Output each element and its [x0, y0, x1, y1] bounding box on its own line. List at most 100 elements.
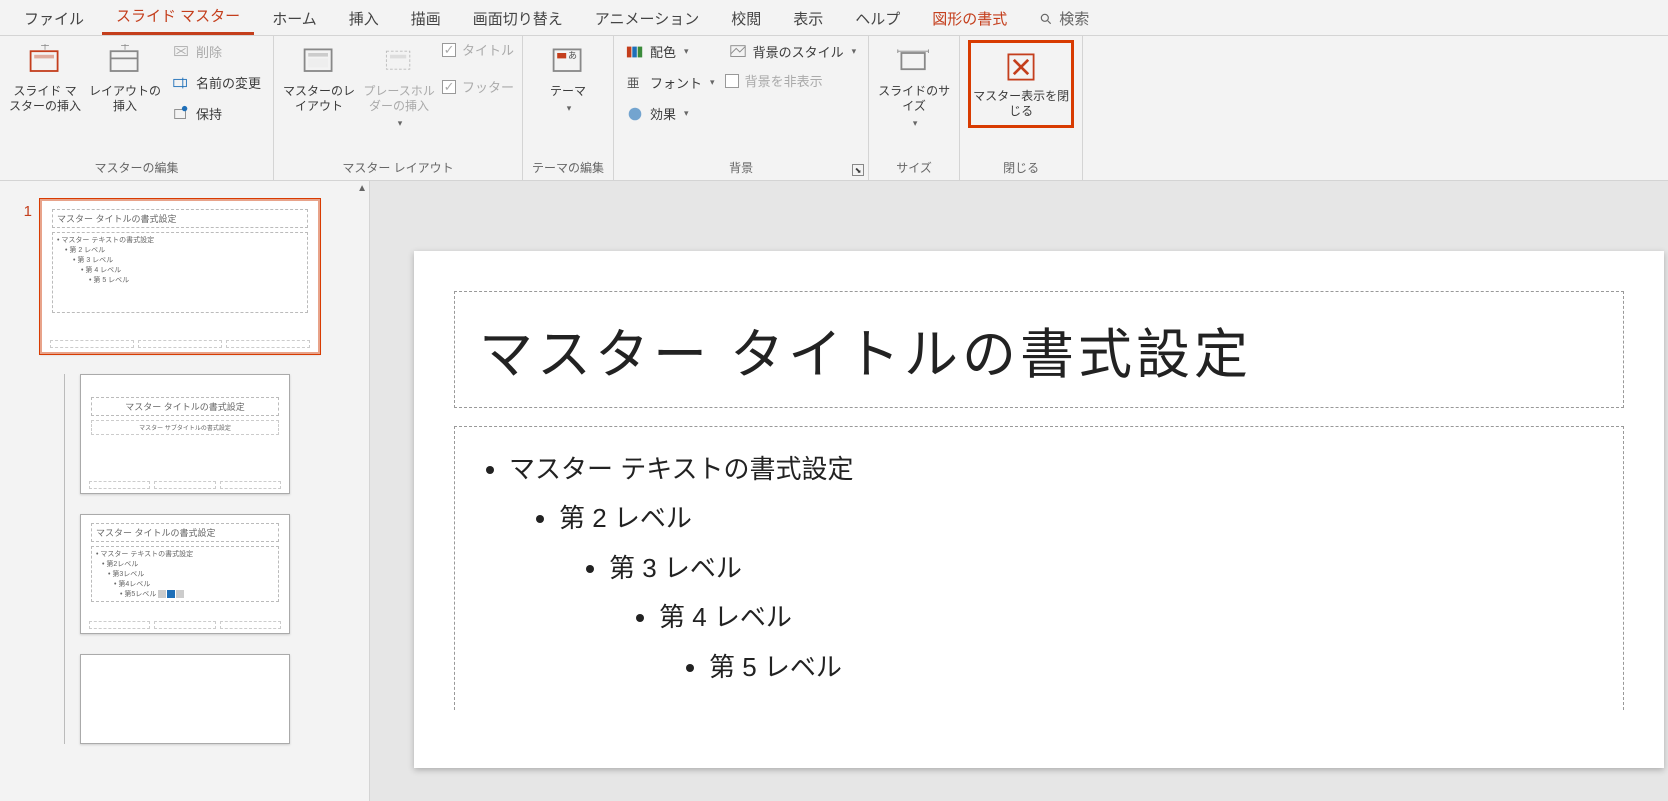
scroll-up-arrow[interactable]: ▲ — [357, 183, 367, 194]
group-label-edit-master: マスターの編集 — [8, 159, 265, 178]
master-layout-icon — [301, 44, 337, 80]
colors-button[interactable]: 配色▾ — [622, 40, 719, 63]
group-size: スライドのサイズ ▾ サイズ — [869, 36, 960, 180]
insert-placeholder-button[interactable]: プレースホルダーの挿入 ▾ — [362, 40, 436, 133]
bullet-level-2: 第 2 レベル 第 3 レベル 第 4 レベル 第 5 レベル — [559, 494, 1599, 692]
tab-transitions[interactable]: 画面切り替え — [459, 0, 577, 35]
rename-button[interactable]: 名前の変更 — [168, 71, 265, 94]
close-master-highlight: マスター表示を閉じる — [968, 40, 1074, 128]
ribbon: ＋ スライド マスターの挿入 ＋ レイアウトの挿入 削除 名前の変更 保持 — [0, 36, 1668, 181]
bg-styles-label: 背景のスタイル — [753, 42, 844, 61]
thumb-title: マスター タイトルの書式設定 — [91, 523, 279, 542]
svg-text:あ: あ — [568, 50, 577, 60]
chevron-down-icon: ▾ — [852, 46, 857, 57]
chevron-down-icon: ▾ — [913, 118, 918, 129]
thumbnail-pane[interactable]: ▲ 1 マスター タイトルの書式設定 • マスター テキストの書式設定 • 第 … — [0, 181, 370, 801]
thumb-number: 1 — [10, 199, 32, 220]
insert-layout-label: レイアウトの挿入 — [88, 84, 162, 114]
close-master-view-button[interactable]: マスター表示を閉じる — [973, 45, 1069, 123]
title-checkbox-row[interactable]: ✓ タイトル — [442, 40, 514, 59]
delete-button[interactable]: 削除 — [168, 40, 265, 63]
tab-strip: ファイル スライド マスター ホーム 挿入 描画 画面切り替え アニメーション … — [0, 0, 1668, 36]
tab-view[interactable]: 表示 — [779, 0, 837, 35]
tab-help[interactable]: ヘルプ — [841, 0, 914, 35]
thumb-footer — [89, 481, 281, 489]
delete-icon — [172, 43, 190, 61]
bullet-level-5: 第 5 レベル — [709, 643, 1599, 692]
chevron-down-icon: ▾ — [398, 118, 403, 129]
title-placeholder[interactable]: マスター タイトルの書式設定 — [454, 291, 1624, 408]
fonts-label: フォント — [650, 73, 702, 92]
workspace: ▲ 1 マスター タイトルの書式設定 • マスター テキストの書式設定 • 第 … — [0, 181, 1668, 801]
slide-master-icon: ＋ — [27, 44, 63, 80]
fonts-icon: 亜 — [626, 74, 644, 92]
close-icon — [1003, 49, 1039, 85]
title-checkbox[interactable]: ✓ — [442, 43, 456, 57]
layout-icon: ＋ — [107, 44, 143, 80]
thumb-footer — [50, 340, 310, 348]
title-checkbox-label: タイトル — [462, 40, 514, 59]
svg-text:亜: 亜 — [627, 76, 640, 90]
hide-bg-checkbox-row[interactable]: 背景を非表示 — [725, 71, 861, 90]
tab-file[interactable]: ファイル — [10, 0, 98, 35]
group-background: 配色▾ 亜 フォント▾ 効果▾ 背景のスタイル▾ 背景を非表示 — [614, 36, 869, 180]
group-edit-theme: あ テーマ ▾ テーマの編集 — [523, 36, 614, 180]
footer-checkbox-label: フッター — [462, 77, 514, 96]
body-placeholder[interactable]: マスター テキストの書式設定 第 2 レベル 第 3 レベル 第 4 レベル 第… — [454, 426, 1624, 710]
title-text: マスター タイトルの書式設定 — [479, 310, 1599, 389]
chevron-down-icon: ▾ — [684, 46, 689, 57]
thumb-layout-title-slide[interactable]: マスター タイトルの書式設定 マスター サブタイトルの書式設定 — [80, 374, 290, 494]
footer-checkbox[interactable]: ✓ — [442, 80, 456, 94]
thumb-body: • マスター テキストの書式設定 • 第 2 レベル • 第 3 レベル • 第… — [52, 232, 308, 313]
slide-editor[interactable]: マスター タイトルの書式設定 マスター テキストの書式設定 第 2 レベル 第 … — [370, 181, 1668, 801]
insert-slide-master-label: スライド マスターの挿入 — [8, 84, 82, 114]
hide-bg-label: 背景を非表示 — [745, 71, 823, 90]
group-label-edit-theme: テーマの編集 — [531, 159, 605, 178]
tab-home[interactable]: ホーム — [258, 0, 331, 35]
preserve-button[interactable]: 保持 — [168, 102, 265, 125]
tab-slide-master[interactable]: スライド マスター — [102, 0, 254, 35]
tab-review[interactable]: 校閲 — [717, 0, 775, 35]
master-layout-button[interactable]: マスターのレイアウト — [282, 40, 356, 118]
rename-label: 名前の変更 — [196, 73, 261, 92]
effects-button[interactable]: 効果▾ — [622, 102, 719, 125]
svg-text:＋: ＋ — [120, 44, 131, 52]
group-master-layout: マスターのレイアウト プレースホルダーの挿入 ▾ ✓ タイトル ✓ フッター マ… — [274, 36, 523, 180]
search-box[interactable]: 検索 — [1025, 0, 1103, 35]
placeholder-icon — [381, 44, 417, 80]
bg-styles-button[interactable]: 背景のスタイル ▾ — [725, 40, 861, 63]
tab-animations[interactable]: アニメーション — [581, 0, 713, 35]
rename-icon — [172, 74, 190, 92]
tab-insert[interactable]: 挿入 — [335, 0, 393, 35]
bullet-level-1: マスター テキストの書式設定 第 2 レベル 第 3 レベル 第 4 レベル 第… — [509, 445, 1599, 692]
slide-canvas[interactable]: マスター タイトルの書式設定 マスター テキストの書式設定 第 2 レベル 第 … — [414, 251, 1664, 768]
slide-size-button[interactable]: スライドのサイズ ▾ — [877, 40, 951, 133]
thumb-slide-master[interactable]: マスター タイトルの書式設定 • マスター テキストの書式設定 • 第 2 レベ… — [40, 199, 320, 354]
thumb-layout-title-content[interactable]: マスター タイトルの書式設定 • マスター テキストの書式設定 • 第2レベル … — [80, 514, 290, 634]
group-edit-master: ＋ スライド マスターの挿入 ＋ レイアウトの挿入 削除 名前の変更 保持 — [0, 36, 274, 180]
svg-text:＋: ＋ — [40, 44, 51, 52]
search-icon — [1039, 12, 1053, 26]
themes-button[interactable]: あ テーマ ▾ — [531, 40, 605, 118]
insert-layout-button[interactable]: ＋ レイアウトの挿入 — [88, 40, 162, 118]
master-layout-label: マスターのレイアウト — [282, 84, 356, 114]
fonts-button[interactable]: 亜 フォント▾ — [622, 71, 719, 94]
footer-checkbox-row[interactable]: ✓ フッター — [442, 77, 514, 96]
chevron-down-icon: ▾ — [567, 103, 572, 114]
search-label: 検索 — [1059, 8, 1089, 29]
chevron-down-icon: ▾ — [684, 108, 689, 119]
thumb-body: • マスター テキストの書式設定 • 第2レベル • 第3レベル • 第4レベル… — [91, 546, 279, 602]
slide-size-icon — [896, 44, 932, 80]
hide-bg-checkbox[interactable] — [725, 74, 739, 88]
group-label-size: サイズ — [877, 159, 951, 178]
background-dialog-launcher[interactable]: ⬊ — [852, 164, 864, 176]
thumb-layout-blank[interactable] — [80, 654, 290, 744]
group-label-close: 閉じる — [968, 159, 1074, 178]
tab-draw[interactable]: 描画 — [397, 0, 455, 35]
thumb-title: マスター タイトルの書式設定 — [91, 397, 279, 416]
insert-slide-master-button[interactable]: ＋ スライド マスターの挿入 — [8, 40, 82, 118]
content-placeholder-icons — [158, 590, 184, 598]
tab-shape-format[interactable]: 図形の書式 — [918, 0, 1021, 35]
thumb-title: マスター タイトルの書式設定 — [52, 209, 308, 228]
bullet-level-4: 第 4 レベル 第 5 レベル — [659, 593, 1599, 692]
